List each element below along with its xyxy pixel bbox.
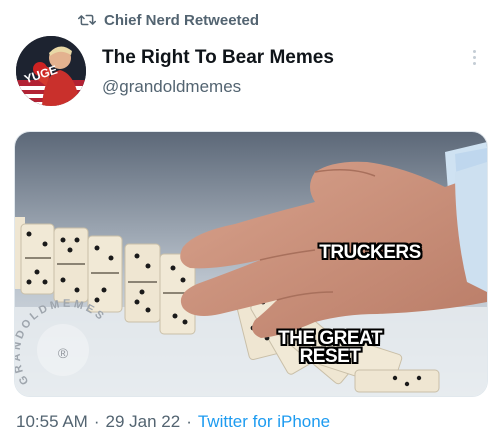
avatar[interactable]: YUGE bbox=[16, 36, 86, 106]
tweet-time[interactable]: 10:55 AM bbox=[16, 412, 88, 432]
tweet-date[interactable]: 29 Jan 22 bbox=[106, 412, 181, 432]
display-name[interactable]: The Right To Bear Memes bbox=[102, 46, 334, 70]
svg-text:GRANDOLDMEMES: GRANDOLDMEMES bbox=[15, 298, 108, 387]
tweet-metadata: 10:55 AM · 29 Jan 22 · Twitter for iPhon… bbox=[16, 412, 330, 432]
tweet-source-link[interactable]: Twitter for iPhone bbox=[198, 412, 330, 432]
watermark-text: GRANDOLDMEMES bbox=[15, 298, 108, 387]
handle[interactable]: @grandoldmemes bbox=[102, 75, 334, 99]
retweet-label: Chief Nerd Retweeted bbox=[104, 11, 260, 29]
separator: · bbox=[186, 412, 192, 431]
retweet-indicator[interactable]: Chief Nerd Retweeted bbox=[78, 10, 259, 30]
more-options-icon[interactable] bbox=[462, 44, 486, 70]
retweet-icon bbox=[78, 12, 96, 28]
tweet-image[interactable]: ® TRUCKERS THE GREAT RESET GRANDOLDMEMES bbox=[14, 131, 488, 397]
author-block[interactable]: The Right To Bear Memes @grandoldmemes bbox=[102, 46, 334, 99]
separator: · bbox=[93, 412, 100, 431]
